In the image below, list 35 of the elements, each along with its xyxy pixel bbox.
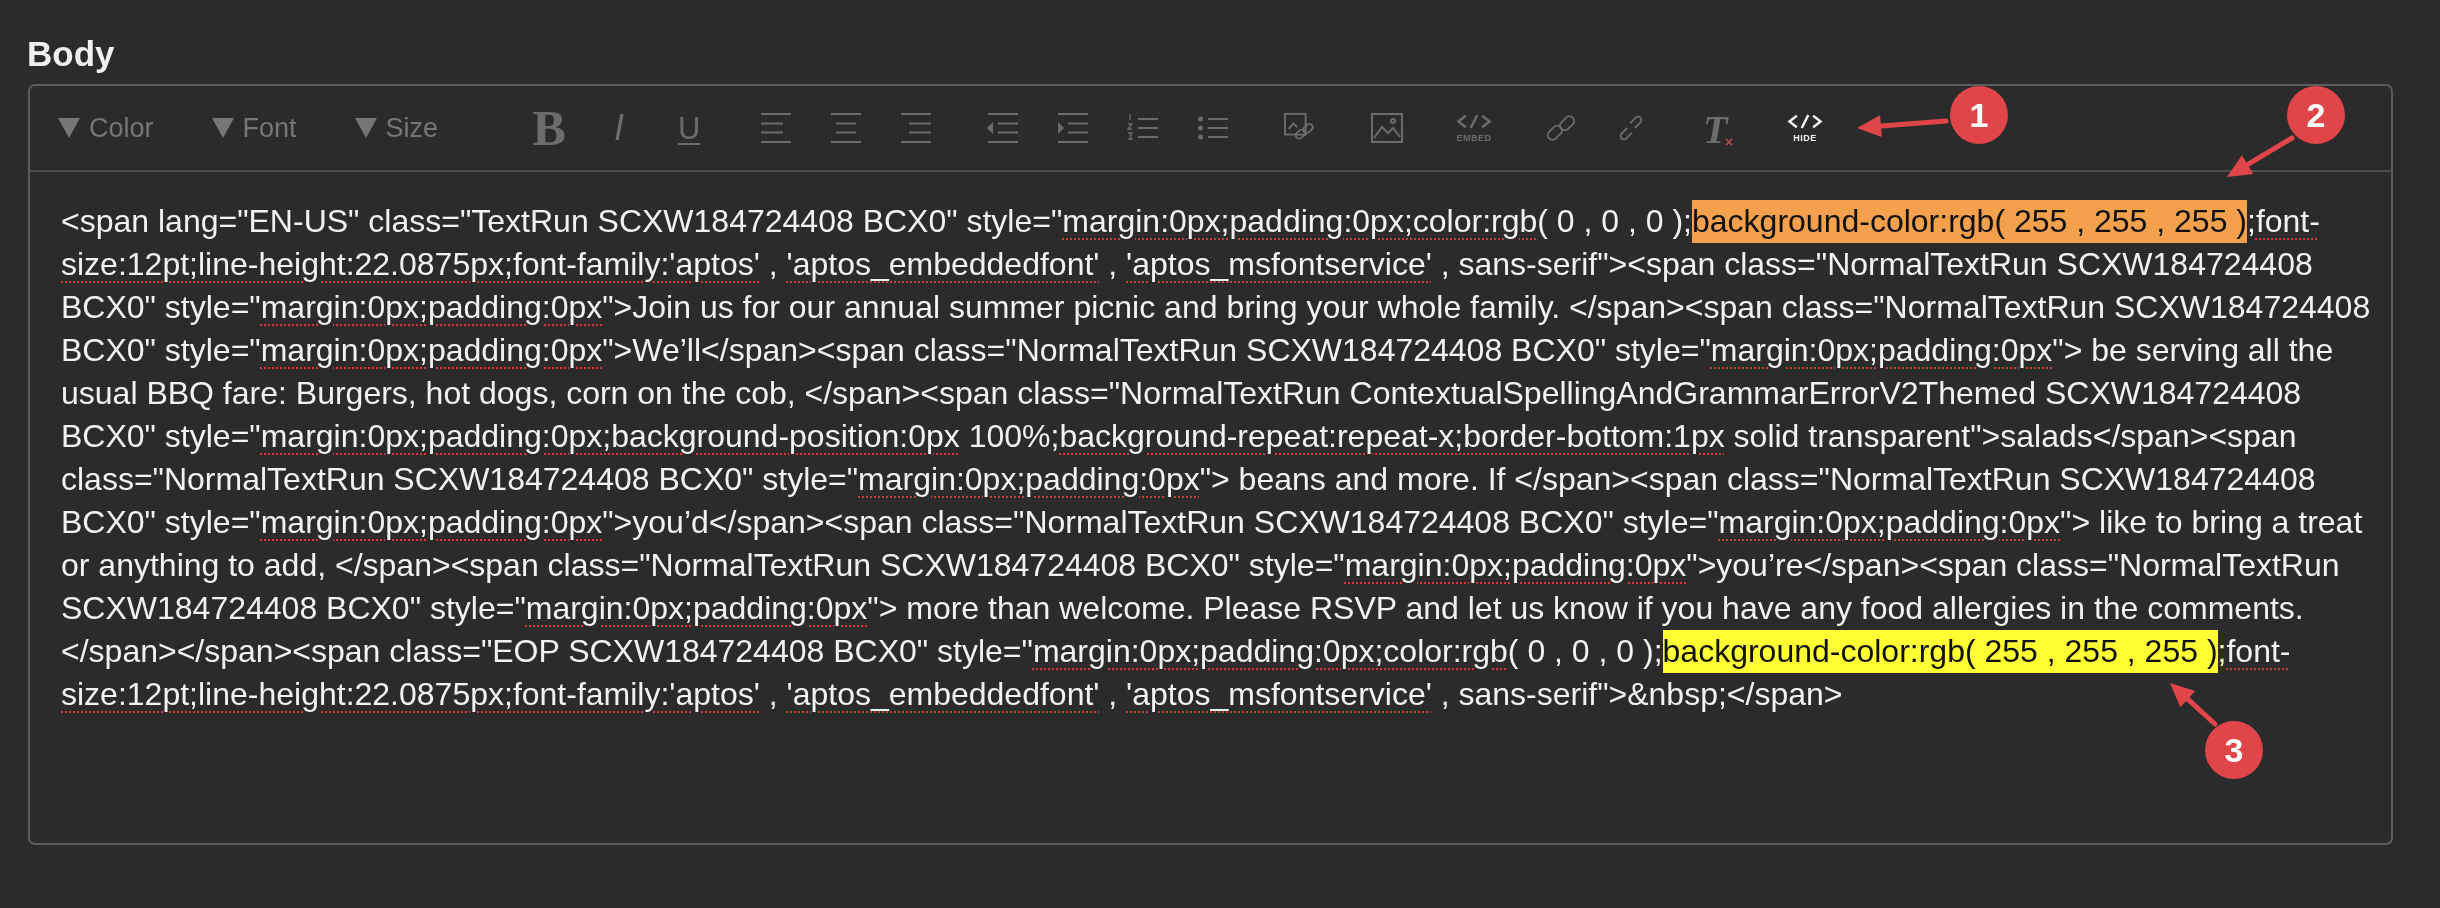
code-text: size:12pt;line-height:22.0875px;font-family:'aptos' , 'aptos_embeddedfont' , 'aptos_msfontservice' , sans-serif">&nbsp;</span> [61, 676, 1843, 712]
highlighted-text: background-color:rgb( 255 , 255 , 255 ) [1692, 200, 2247, 243]
image-icon [1371, 112, 1404, 144]
align-left-icon [760, 112, 793, 144]
code-text: or anything to add, </span><span class="NormalTextRun SCXW184724408 BCX0" style="margin:0px;padding:0px">you’re</span><span class="NormalTextRun [61, 547, 2340, 583]
code-text: BCX0" style="margin:0px;padding:0px">Join us for our annual summer picnic and bring your whole family. </span><span class="NormalTextRun SCXW184724408 [61, 289, 2371, 325]
code-text: </span></span><span class="EOP SCXW184724408 BCX0" style="margin:0px;padding:0px;color:rgb( 0 , 0 , 0 ); [61, 633, 1663, 669]
callout-badge: 2 [2287, 86, 2345, 144]
code-text: size:12pt;line-height:22.0875px;font-family:'aptos' , 'aptos_embeddedfont' , 'aptos_msfontservice' , sans-serif"><span class="NormalTextRun SCXW184724408 [61, 246, 2313, 282]
code-text: BCX0" style="margin:0px;padding:0px;background-position:0px 100%;background-repeat:repeat-x;border-bottom:1px solid transparent">salads</span><span [61, 418, 2297, 454]
code-text: BCX0" style="margin:0px;padding:0px">you’d</span><span class="NormalTextRun SCXW184724408 BCX0" style="margin:0px;padding:0px"> like to bring a treat [61, 504, 2363, 540]
align-center-icon [830, 112, 863, 144]
outdent-icon [987, 112, 1020, 144]
callout-arrow [2170, 683, 2218, 727]
caret-icon [211, 118, 234, 138]
caret-icon [58, 118, 80, 138]
code-text: usual BBQ fare: Burgers, hot dogs, corn on the cob, </span><span class="NormalTextRun ContextualSpellingAndGrammarErrorV2Themed SCXW184724408 [61, 375, 2302, 411]
code-icon [1787, 113, 1824, 129]
code-text: SCXW184724408 BCX0" style="margin:0px;padding:0px"> more than welcome. Please RSVP and let us know if you have any food allergies in the comments. [61, 590, 2304, 626]
align-right-icon [900, 112, 933, 144]
source-toggle-button[interactable]: HIDE [1780, 100, 1831, 156]
indent-icon [1057, 112, 1090, 144]
field-label: Body [27, 33, 115, 75]
code-text: ;font- [2217, 633, 2291, 669]
code-text: class="NormalTextRun SCXW184724408 BCX0" style="margin:0px;padding:0px"> beans and more. If </span><span class="NormalTextRun SCXW184724408 [61, 461, 2316, 497]
callout-arrow [2227, 135, 2295, 177]
code-text: <span lang="EN-US" class="TextRun SCXW184724408 BCX0" style="margin:0px;padding:0px;color:rgb( 0 , 0 , 0 ); [61, 203, 1692, 239]
highlighted-text: background-color:rgb( 255 , 255 , 255 ) [1662, 630, 2218, 673]
caret-icon [354, 118, 377, 138]
code-text: BCX0" style="margin:0px;padding:0px">We’ll</span><span class="NormalTextRun SCXW184724408 BCX0" style="margin:0px;padding:0px"> be serving all the [61, 332, 2334, 368]
callout-badge: 1 [1950, 86, 2008, 144]
callout-badge: 3 [2205, 721, 2263, 779]
link-icon [1545, 112, 1578, 144]
code-text: ;font- [2247, 203, 2320, 239]
code-icon [1456, 113, 1493, 129]
